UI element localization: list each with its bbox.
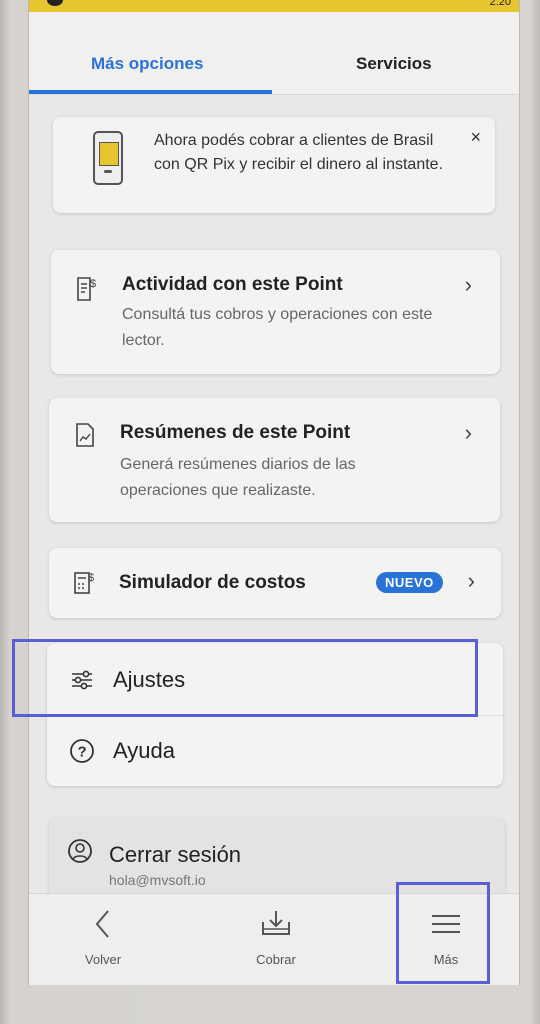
actividad-title: Actividad con este Point	[122, 274, 343, 295]
device-frame: 2:20 Más opciones Servicios Ahora podés …	[0, 0, 540, 1024]
chevron-right-icon: ›	[467, 568, 475, 593]
ajustes-highlight-box	[12, 639, 478, 717]
actividad-item[interactable]: $ Actividad con este Point Consultá tus …	[51, 250, 500, 374]
pix-banner: Ahora podés cobrar a clientes de Brasil …	[53, 117, 495, 213]
document-chart-icon	[76, 423, 94, 447]
close-icon[interactable]: ×	[470, 127, 481, 148]
svg-text:$: $	[88, 572, 94, 584]
nuevo-badge: NUEVO	[376, 572, 443, 593]
ayuda-label: Ayuda	[113, 738, 175, 763]
active-tab-indicator	[29, 90, 272, 94]
status-time: 2:20	[489, 0, 511, 8]
tab-servicios[interactable]: Servicios	[356, 54, 432, 74]
resumenes-description: Generá resúmenes diarios de las operacio…	[120, 456, 356, 499]
volver-button[interactable]: Volver	[43, 894, 163, 985]
actividad-description: Consultá tus cobros y operaciones con es…	[122, 306, 433, 349]
app-screen: 2:20 Más opciones Servicios Ahora podés …	[28, 0, 520, 985]
simulador-item[interactable]: $ Simulador de costos NUEVO ›	[49, 548, 501, 618]
chevron-right-icon: ›	[464, 272, 472, 297]
volver-label: Volver	[84, 952, 122, 967]
tab-mas-opciones[interactable]: Más opciones	[91, 54, 203, 74]
resumenes-title: Resúmenes de este Point	[120, 422, 351, 443]
notification-icon	[47, 0, 63, 6]
ayuda-row[interactable]: ? Ayuda	[47, 716, 503, 786]
cobrar-label: Cobrar	[256, 952, 296, 967]
mas-highlight-box	[396, 882, 490, 984]
receipt-dollar-icon: $	[77, 277, 96, 301]
chevron-left-icon	[95, 910, 109, 938]
calculator-dollar-icon: $	[74, 572, 94, 594]
svg-text:$: $	[90, 278, 96, 290]
user-circle-icon	[68, 839, 92, 863]
cobrar-button[interactable]: Cobrar	[216, 894, 336, 985]
svg-text:?: ?	[78, 744, 87, 761]
cerrar-sesion-label: Cerrar sesión	[109, 842, 242, 867]
user-email: hola@mvsoft.io	[109, 872, 206, 888]
chevron-right-icon: ›	[464, 420, 472, 445]
banner-text: Ahora podés cobrar a clientes de Brasil …	[154, 132, 444, 173]
tab-bar: Más opciones Servicios	[29, 12, 519, 95]
download-tray-icon	[262, 911, 290, 935]
simulador-title: Simulador de costos	[119, 572, 306, 593]
help-circle-icon: ?	[70, 739, 94, 763]
resumenes-item[interactable]: Resúmenes de este Point Generá resúmenes…	[49, 398, 500, 522]
card-reader-icon	[93, 131, 123, 185]
status-bar: 2:20	[29, 0, 519, 12]
